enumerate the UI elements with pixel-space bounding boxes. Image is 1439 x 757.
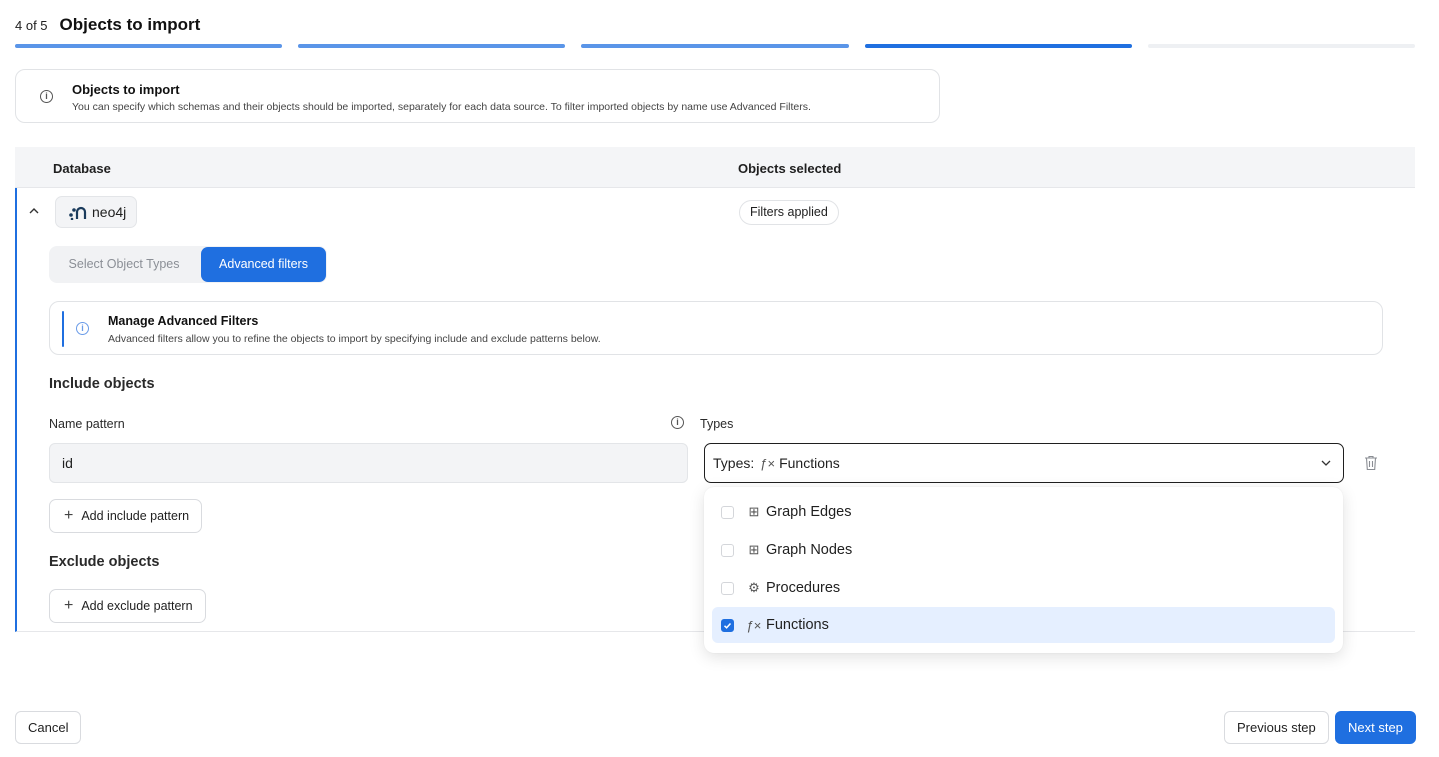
exclude-objects-title: Exclude objects bbox=[49, 554, 160, 570]
option-label: Procedures bbox=[766, 580, 841, 596]
option-label: Graph Edges bbox=[766, 504, 852, 520]
chevron-up-icon[interactable] bbox=[29, 206, 39, 216]
types-select[interactable]: Types: ƒ× Functions bbox=[704, 443, 1344, 483]
status-badge: Filters applied bbox=[739, 200, 839, 225]
graph-edges-icon: ⊞ bbox=[748, 504, 760, 519]
include-objects-title: Include objects bbox=[49, 376, 155, 392]
progress-step-3 bbox=[581, 44, 849, 48]
step-count: 4 of 5 bbox=[15, 18, 48, 33]
neo4j-logo-icon bbox=[69, 206, 87, 220]
check-icon bbox=[723, 622, 732, 629]
info-icon: i bbox=[40, 90, 53, 103]
trash-icon[interactable] bbox=[1364, 455, 1378, 471]
checkbox[interactable] bbox=[721, 543, 734, 557]
plus-icon: + bbox=[64, 507, 74, 524]
checkbox-checked[interactable] bbox=[721, 618, 734, 632]
procedures-icon: ⚙ bbox=[748, 580, 760, 595]
checkbox[interactable] bbox=[721, 505, 734, 519]
info-description: You can specify which schemas and their … bbox=[72, 101, 811, 113]
plus-icon: + bbox=[64, 597, 74, 614]
info-box: i Objects to import You can specify whic… bbox=[15, 69, 940, 123]
table-header: Database Objects selected bbox=[15, 147, 1415, 188]
filter-mode-tabs: Select Object Types Advanced filters bbox=[49, 246, 327, 283]
info-title: Objects to import bbox=[72, 82, 180, 97]
add-exclude-pattern-button[interactable]: + Add exclude pattern bbox=[49, 589, 206, 623]
step-header: 4 of 5 Objects to import bbox=[15, 15, 200, 35]
functions-icon: ƒ× bbox=[746, 617, 762, 633]
function-icon: ƒ× bbox=[760, 455, 776, 471]
tab-advanced-filters[interactable]: Advanced filters bbox=[201, 247, 326, 282]
tab-select-object-types[interactable]: Select Object Types bbox=[49, 247, 199, 282]
option-label: Graph Nodes bbox=[766, 542, 853, 558]
progress-step-4 bbox=[864, 44, 1132, 48]
database-name: neo4j bbox=[92, 204, 127, 220]
name-pattern-label: Name pattern bbox=[49, 417, 125, 431]
cancel-button[interactable]: Cancel bbox=[15, 711, 82, 744]
manage-title: Manage Advanced Filters bbox=[108, 314, 259, 328]
info-icon: i bbox=[76, 322, 89, 335]
add-include-label: Add include pattern bbox=[81, 509, 190, 523]
progress-bar bbox=[15, 44, 1416, 48]
manage-filters-notice: i Manage Advanced Filters Advanced filte… bbox=[49, 301, 1383, 355]
column-database: Database bbox=[53, 161, 111, 176]
dropdown-option-procedures[interactable]: ⚙ Procedures bbox=[712, 570, 1335, 606]
add-exclude-label: Add exclude pattern bbox=[81, 599, 193, 613]
progress-step-5 bbox=[1147, 44, 1416, 48]
add-include-pattern-button[interactable]: + Add include pattern bbox=[49, 499, 203, 533]
database-chip: neo4j bbox=[55, 196, 138, 228]
checkbox[interactable] bbox=[721, 581, 734, 595]
graph-nodes-icon: ⊞ bbox=[748, 542, 760, 557]
types-dropdown: ⊞ Graph Edges ⊞ Graph Nodes ⚙ Procedures… bbox=[704, 487, 1343, 653]
info-icon[interactable]: i bbox=[671, 416, 684, 429]
name-pattern-input[interactable] bbox=[49, 443, 688, 483]
page-title: Objects to import bbox=[59, 15, 201, 34]
progress-step-1 bbox=[15, 44, 283, 48]
dropdown-option-graph-edges[interactable]: ⊞ Graph Edges bbox=[712, 494, 1335, 530]
chevron-down-icon bbox=[1321, 460, 1331, 466]
types-prefix: Types: bbox=[713, 455, 755, 471]
option-label: Functions bbox=[766, 617, 829, 633]
manage-description: Advanced filters allow you to refine the… bbox=[108, 333, 601, 345]
progress-step-2 bbox=[298, 44, 566, 48]
types-label: Types bbox=[700, 417, 734, 431]
accent-bar bbox=[62, 311, 64, 347]
types-value: Functions bbox=[779, 455, 840, 471]
dropdown-option-functions[interactable]: ƒ× Functions bbox=[712, 607, 1335, 643]
column-objects-selected: Objects selected bbox=[738, 161, 842, 176]
dropdown-option-graph-nodes[interactable]: ⊞ Graph Nodes bbox=[712, 532, 1335, 568]
previous-step-button[interactable]: Previous step bbox=[1224, 711, 1329, 744]
next-step-button[interactable]: Next step bbox=[1335, 711, 1416, 744]
